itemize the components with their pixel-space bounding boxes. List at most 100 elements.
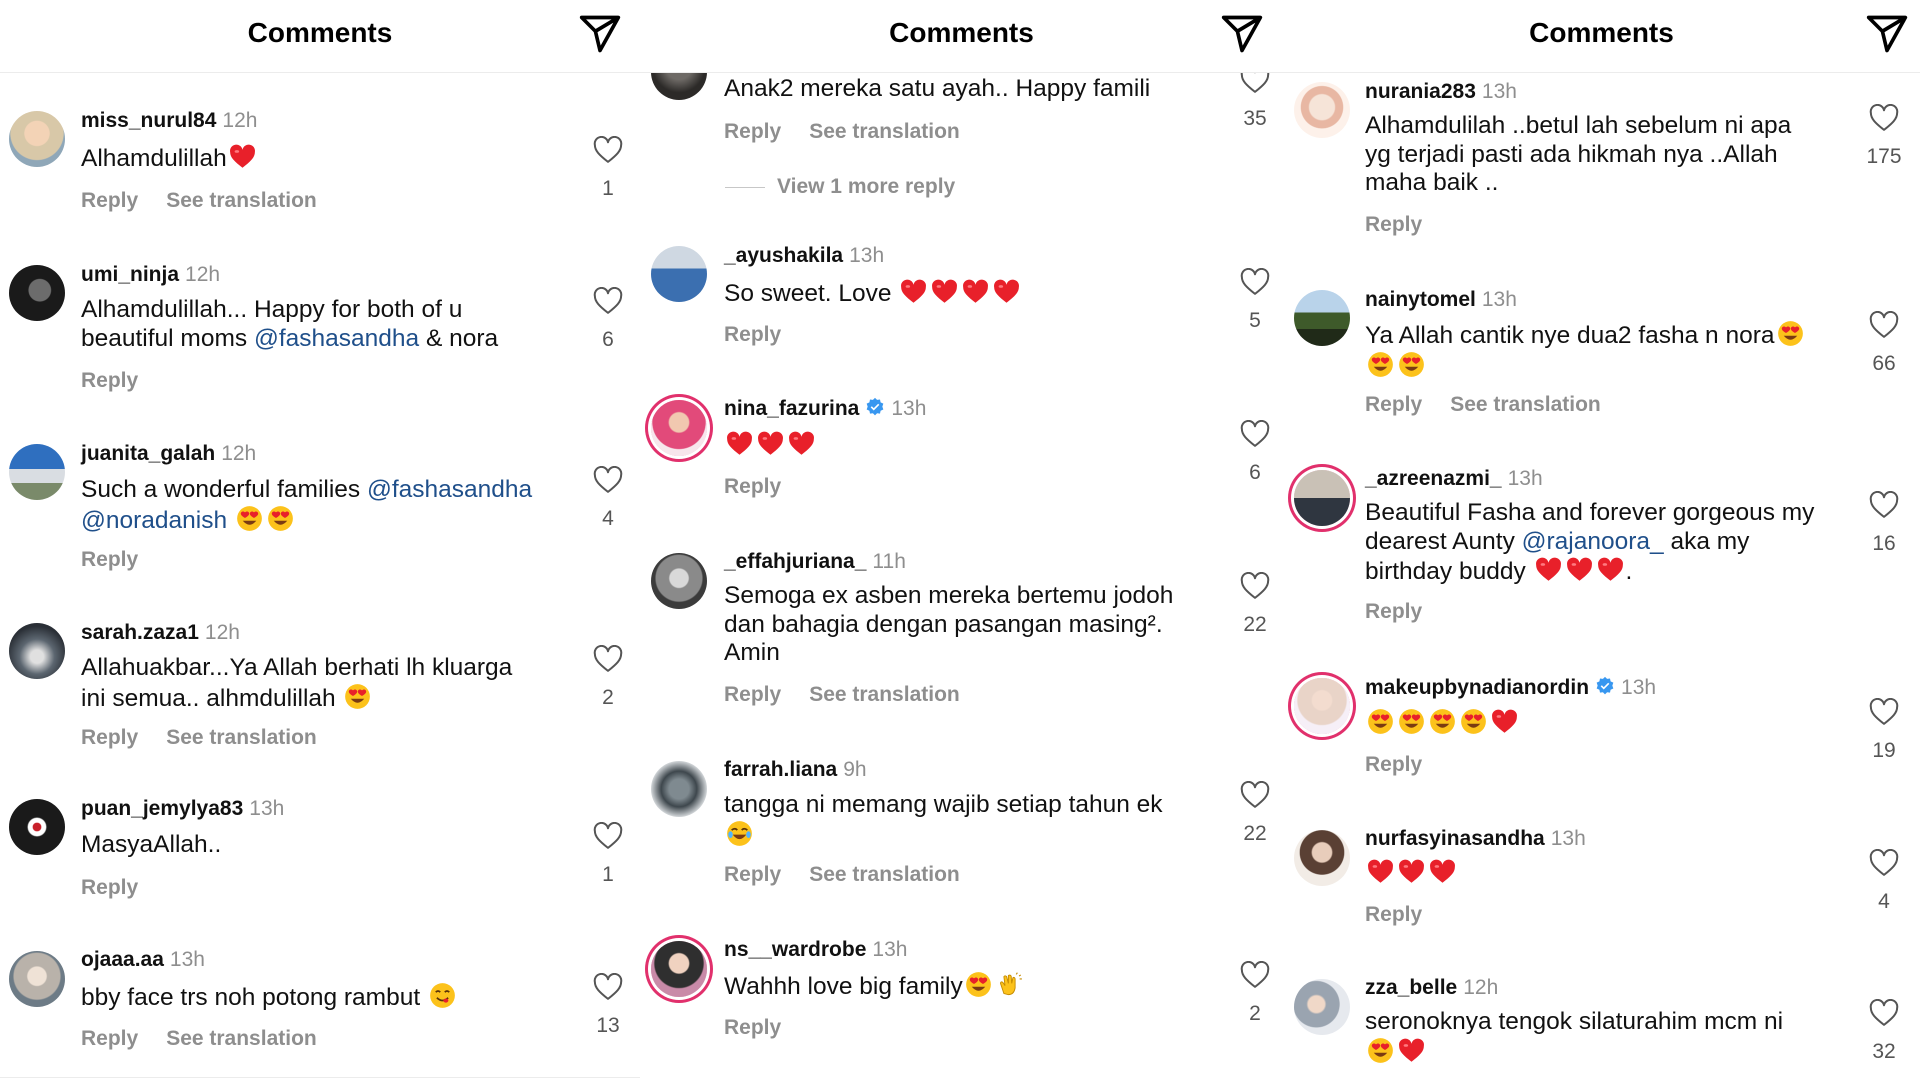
heart-outline-icon[interactable]	[1240, 961, 1270, 989]
mention-link[interactable]: @rajanoora_	[1522, 528, 1664, 555]
comment-username[interactable]: zza_belle	[1365, 976, 1457, 999]
heart-emoji	[900, 278, 927, 305]
comment-username[interactable]: sarah.zaza1	[81, 621, 199, 644]
comment-username[interactable]: farrah.liana	[724, 758, 837, 781]
avatar[interactable]	[9, 799, 65, 855]
reply-button[interactable]: Reply	[81, 189, 138, 212]
avatar[interactable]	[651, 941, 707, 997]
heart-outline-icon[interactable]	[1240, 572, 1270, 600]
comment-time: 13h	[1621, 676, 1657, 699]
reply-button[interactable]: Reply	[1365, 393, 1422, 416]
comment-username[interactable]: _effahjuriana_	[724, 550, 866, 573]
mention-link[interactable]: @fashasandha	[254, 325, 419, 352]
see-translation-button[interactable]: See translation	[1450, 393, 1601, 416]
reply-button[interactable]: Reply	[1365, 753, 1422, 776]
comment-text	[1365, 708, 1520, 739]
heart-outline-icon[interactable]	[593, 466, 623, 494]
heart-outline-icon[interactable]	[1869, 849, 1899, 877]
comment-time: 13h	[1550, 827, 1586, 850]
reply-button[interactable]: Reply	[1365, 600, 1422, 623]
heart-outline-icon[interactable]	[1869, 698, 1899, 726]
avatar[interactable]	[9, 111, 65, 167]
avatar[interactable]	[9, 623, 65, 679]
see-translation-button[interactable]: See translation	[809, 863, 960, 886]
heart-outline-icon[interactable]	[1869, 999, 1899, 1027]
reply-button[interactable]: Reply	[724, 683, 781, 706]
heart-outline-icon[interactable]	[593, 973, 623, 1001]
see-translation-button[interactable]: See translation	[166, 726, 317, 749]
avatar[interactable]	[1294, 290, 1350, 346]
comment-username[interactable]: umi_ninja	[81, 263, 179, 286]
see-translation-button[interactable]: See translation	[809, 683, 960, 706]
reply-button[interactable]: Reply	[81, 876, 138, 899]
avatar[interactable]	[651, 400, 707, 456]
reply-button[interactable]: Reply	[81, 369, 138, 392]
heart-emoji	[726, 430, 753, 457]
like-count: 1	[602, 177, 614, 200]
send-icon[interactable]	[1865, 12, 1909, 56]
avatar[interactable]	[9, 444, 65, 500]
comment-time: 13h	[1507, 467, 1543, 490]
comment-username[interactable]: ns__wardrobe	[724, 938, 866, 961]
comment-username[interactable]: nina_fazurina	[724, 397, 859, 420]
comment-username[interactable]: _ayushakila	[724, 244, 843, 267]
see-translation-button[interactable]: See translation	[809, 120, 960, 143]
reply-button[interactable]: Reply	[724, 863, 781, 886]
see-translation-button[interactable]: See translation	[166, 1027, 317, 1050]
send-icon[interactable]	[578, 12, 622, 56]
heart-outline-icon[interactable]	[593, 287, 623, 315]
avatar[interactable]	[1294, 979, 1350, 1035]
heart-outline-icon[interactable]	[593, 645, 623, 673]
reply-button[interactable]: Reply	[81, 548, 138, 571]
reply-button[interactable]: Reply	[1365, 213, 1422, 236]
send-icon[interactable]	[1220, 12, 1264, 56]
heart-outline-icon[interactable]	[593, 822, 623, 850]
mention-link[interactable]: @noradanish	[81, 507, 227, 534]
like-count: 16	[1872, 532, 1896, 555]
comment-time: 13h	[1481, 288, 1517, 311]
heart-emoji	[757, 430, 784, 457]
reply-button[interactable]: Reply	[724, 120, 781, 143]
heart-outline-icon[interactable]	[593, 136, 623, 164]
heart-outline-icon[interactable]	[1869, 311, 1899, 339]
comment-username[interactable]: nurfasyinasandha	[1365, 827, 1545, 850]
avatar[interactable]	[1294, 830, 1350, 886]
avatar[interactable]	[9, 951, 65, 1007]
comment-username[interactable]: ojaaa.aa	[81, 948, 164, 971]
comment-username[interactable]: nainytomel	[1365, 288, 1476, 311]
heart-outline-icon[interactable]	[1240, 268, 1270, 296]
reply-button[interactable]: Reply	[1365, 903, 1422, 926]
avatar[interactable]	[1294, 470, 1350, 526]
comment-username[interactable]: miss_nurul84	[81, 109, 216, 132]
like-count: 5	[1249, 309, 1261, 332]
avatar[interactable]	[9, 265, 65, 321]
reply-button[interactable]: Reply	[81, 726, 138, 749]
avatar[interactable]	[651, 761, 707, 817]
comment-username[interactable]: juanita_galah	[81, 442, 215, 465]
reply-button[interactable]: Reply	[81, 1027, 138, 1050]
comment-username[interactable]: _azreenazmi_	[1365, 467, 1502, 490]
like-count: 66	[1872, 352, 1896, 375]
heart-outline-icon[interactable]	[1240, 420, 1270, 448]
see-translation-button[interactable]: See translation	[166, 189, 317, 212]
reply-button[interactable]: Reply	[724, 323, 781, 346]
comment-username[interactable]: makeupbynadianordin	[1365, 676, 1589, 699]
heart-outline-icon[interactable]	[1869, 104, 1899, 132]
avatar[interactable]	[651, 246, 707, 302]
heart-outline-icon[interactable]	[1240, 781, 1270, 809]
avatar[interactable]	[1294, 678, 1350, 734]
reply-button[interactable]: Reply	[724, 475, 781, 498]
comment-username[interactable]: puan_jemylya83	[81, 797, 243, 820]
mention-link[interactable]: @fashasandha	[367, 476, 532, 503]
comments-panel-2: Anak2 mereka satu ayah.. Happy famili Re…	[640, 0, 1283, 1080]
clap-emoji	[996, 971, 1023, 998]
avatar[interactable]	[1294, 82, 1350, 138]
reply-button[interactable]: Reply	[724, 1016, 781, 1039]
comment-username[interactable]: nurania283	[1365, 80, 1476, 103]
heart-eyes-emoji	[1429, 708, 1456, 735]
divider	[0, 1077, 640, 1078]
heart-outline-icon[interactable]	[1869, 491, 1899, 519]
avatar[interactable]	[651, 553, 707, 609]
view-more-replies[interactable]: View 1 more reply	[725, 175, 955, 199]
comment-text: Alhamdulilah ..betul lah sebelum ni apa …	[1365, 112, 1792, 196]
